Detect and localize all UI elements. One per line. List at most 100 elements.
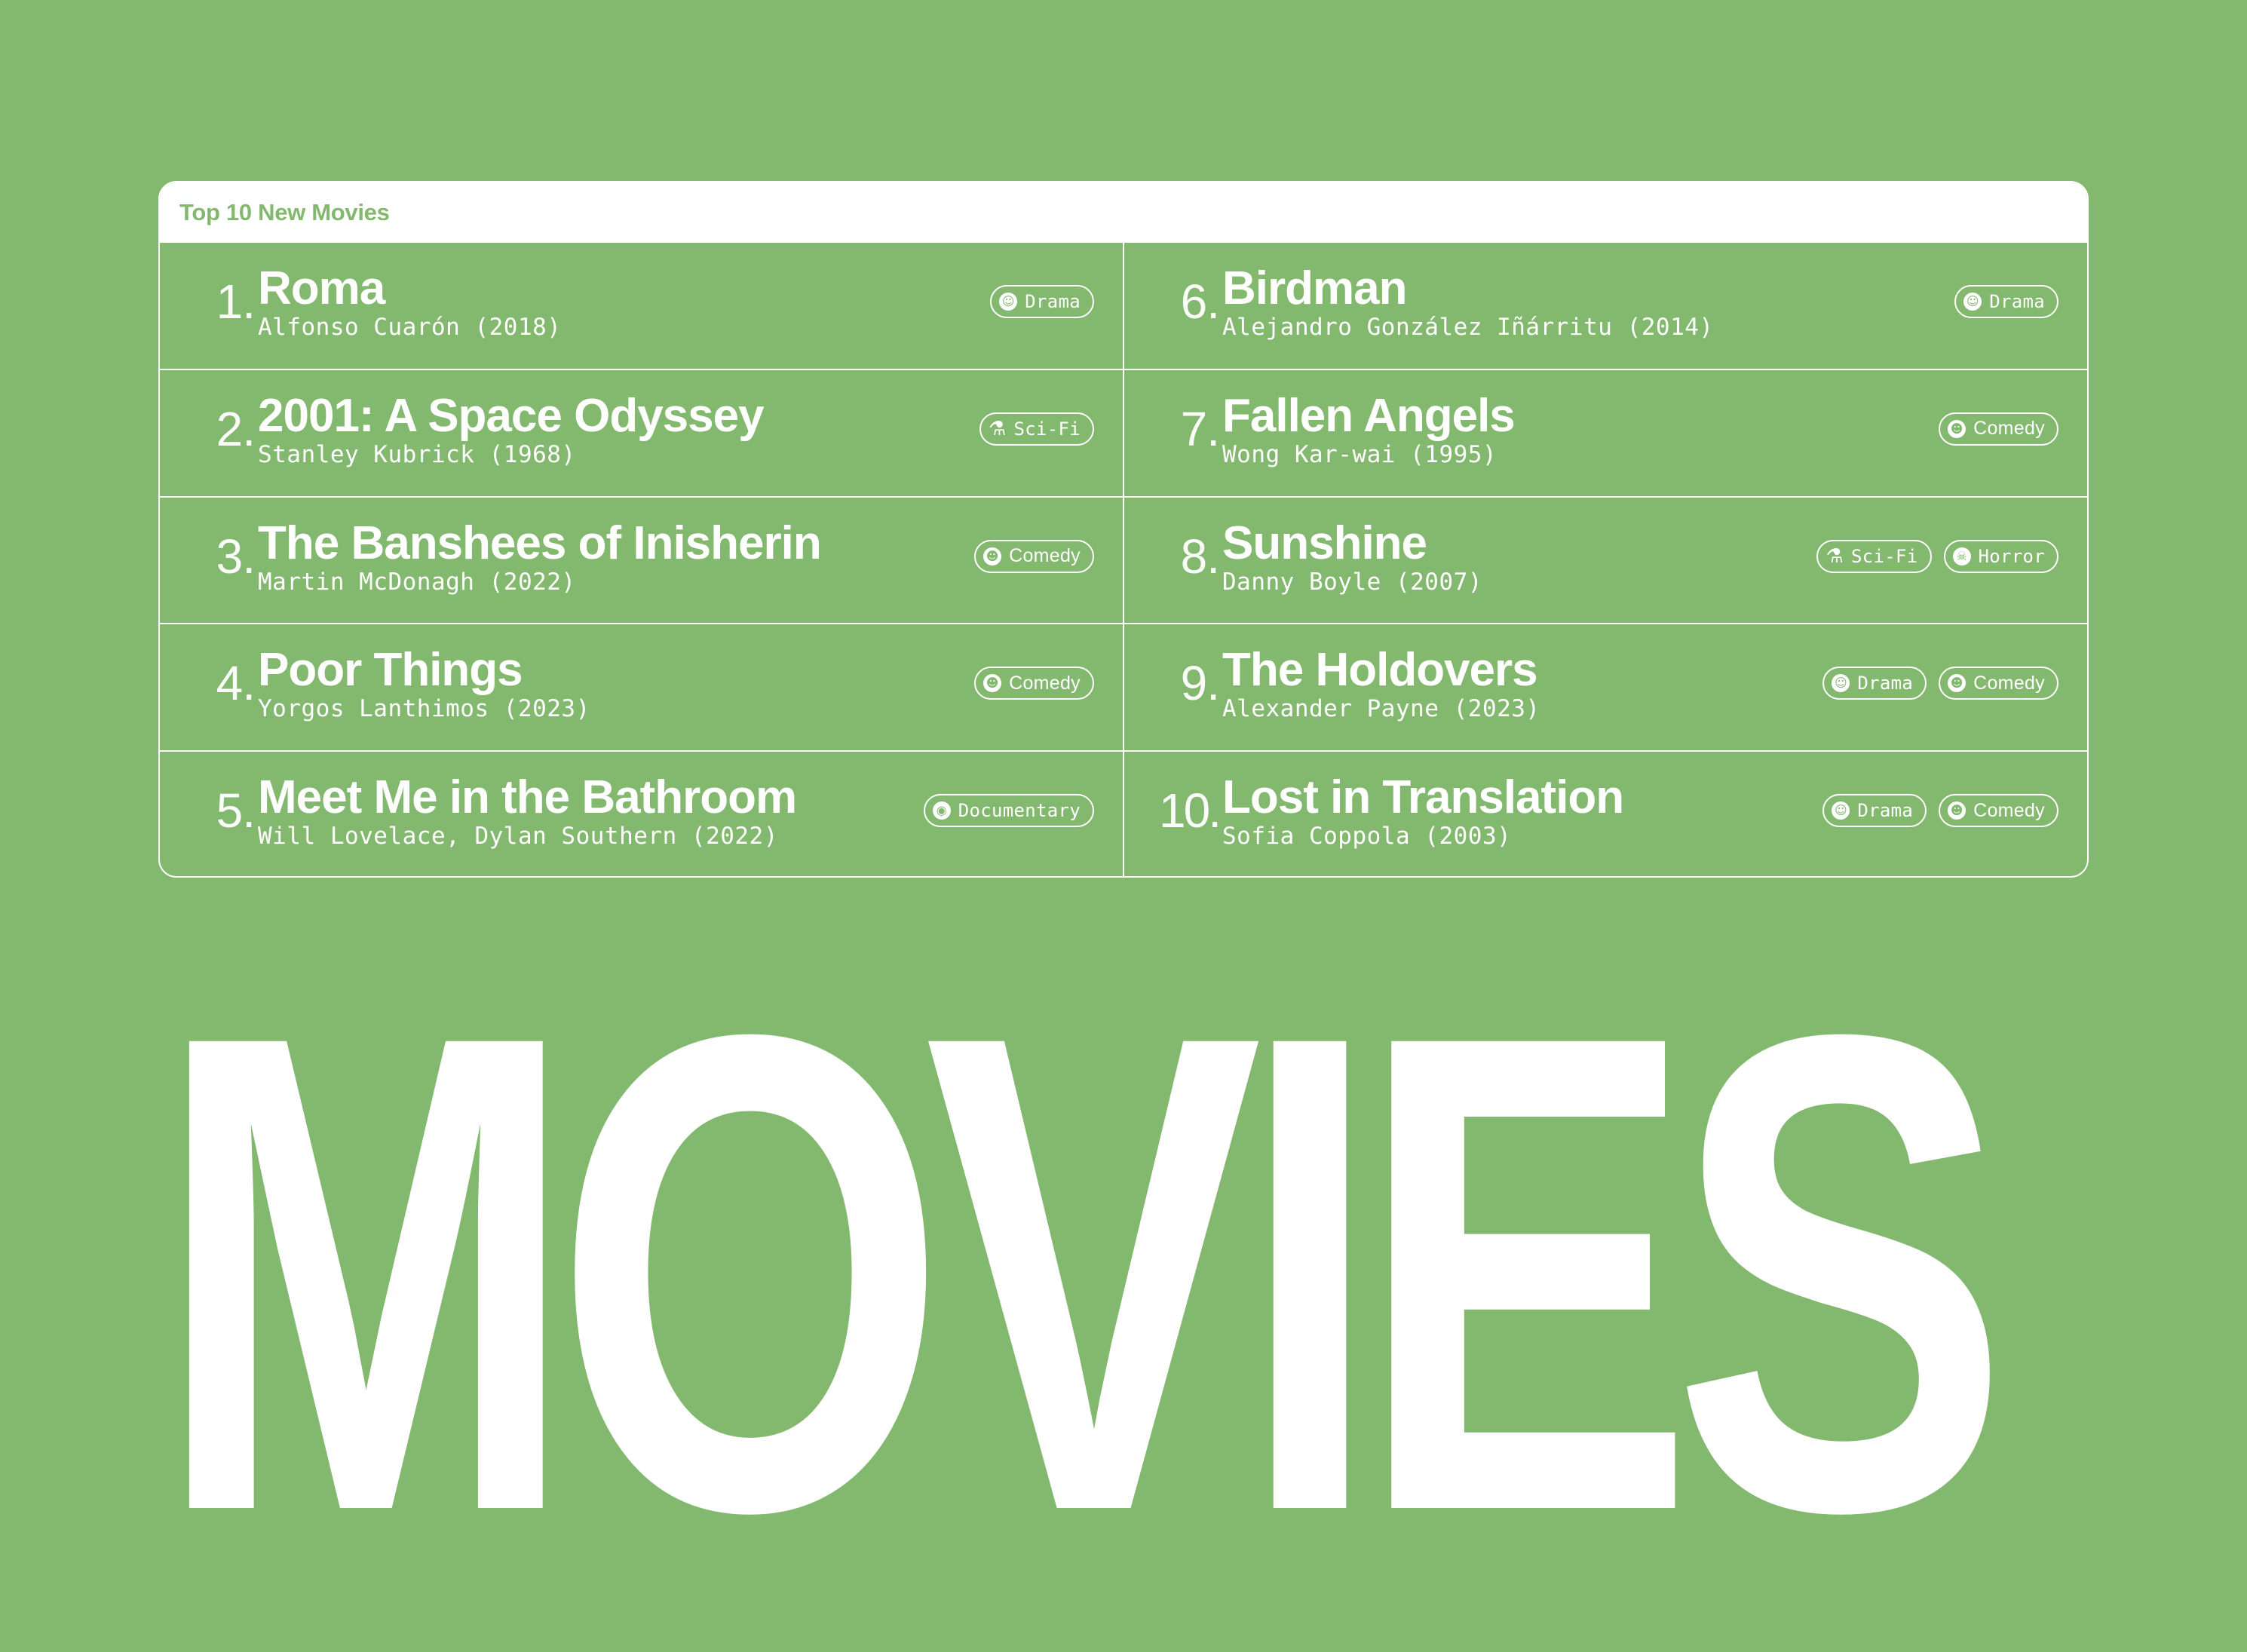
- movie-row[interactable]: 8. Sunshine Danny Boyle (2007) ⚗ Sci-Fi …: [1124, 495, 2087, 624]
- genre-tags: ☺ Drama: [990, 285, 1094, 318]
- genre-label: Comedy: [1009, 672, 1081, 694]
- genre-label: Drama: [1025, 291, 1081, 312]
- movie-title: Poor Things: [258, 644, 523, 697]
- movie-rank: 3.: [216, 529, 256, 584]
- movie-row[interactable]: 7. Fallen Angels Wong Kar-wai (1995) ☻ C…: [1124, 368, 2087, 496]
- movie-info: Meet Me in the Bathroom Will Lovelace, D…: [258, 771, 797, 851]
- genre-tag-comedy[interactable]: ☻ Comedy: [974, 667, 1094, 700]
- genre-tags: ☺ Drama: [1954, 285, 2058, 318]
- genre-tag-drama[interactable]: ☺ Drama: [1822, 794, 1927, 828]
- genre-tag-horror[interactable]: ☠ Horror: [1943, 539, 2058, 573]
- drama-icon: ☺: [1832, 801, 1850, 820]
- movie-info: Poor Things Yorgos Lanthimos (2023): [258, 644, 590, 723]
- movie-title: Roma: [258, 262, 385, 314]
- genre-tag-documentary[interactable]: ◉ Documentary: [923, 794, 1094, 828]
- genre-tag-comedy[interactable]: ☻ Comedy: [1939, 412, 2058, 446]
- smile-icon: ☻: [1948, 801, 1967, 820]
- movie-director-year: Stanley Kubrick (1968): [258, 440, 576, 468]
- genre-label: Documentary: [958, 800, 1081, 822]
- genre-label: Sci-Fi: [1851, 545, 1918, 567]
- movie-grid: 1. Roma Alfonso Cuarón (2018) ☺ Drama 2.…: [160, 243, 2087, 876]
- movie-info: Fallen Angels Wong Kar-wai (1995): [1222, 389, 1516, 468]
- movie-info: The Banshees of Inisherin Martin McDonag…: [258, 516, 822, 596]
- movie-row[interactable]: 9. The Holdovers Alexander Payne (2023) …: [1124, 623, 2087, 750]
- flask-icon: ⚗: [988, 417, 1007, 440]
- genre-label: Comedy: [1973, 799, 2045, 821]
- drama-icon: ☺: [999, 293, 1018, 311]
- genre-label: Drama: [1857, 800, 1914, 822]
- movie-title: Meet Me in the Bathroom: [258, 771, 797, 824]
- smile-icon: ☻: [1948, 674, 1967, 693]
- movie-row[interactable]: 5. Meet Me in the Bathroom Will Lovelace…: [160, 750, 1123, 876]
- movie-rank: 1.: [216, 274, 256, 329]
- genre-tag-comedy[interactable]: ☻ Comedy: [1939, 794, 2058, 828]
- genre-tag-drama[interactable]: ☺ Drama: [1822, 667, 1927, 700]
- movie-info: 2001: A Space Odyssey Stanley Kubrick (1…: [258, 391, 765, 468]
- genre-tag-drama[interactable]: ☺ Drama: [990, 285, 1094, 318]
- genre-label: Comedy: [1973, 672, 2045, 694]
- movie-info: Sunshine Danny Boyle (2007): [1222, 516, 1482, 596]
- movie-director-year: Alejandro González Iñárritu (2014): [1222, 314, 1714, 341]
- genre-label: Drama: [1989, 291, 2045, 312]
- movie-row[interactable]: 6. Birdman Alejandro González Iñárritu (…: [1124, 243, 2087, 369]
- genre-tag-sci-fi[interactable]: ⚗ Sci-Fi: [979, 412, 1094, 446]
- movie-row[interactable]: 10. Lost in Translation Sofia Coppola (2…: [1124, 750, 2087, 876]
- genre-label: Comedy: [1009, 545, 1081, 567]
- movie-column-right: 6. Birdman Alejandro González Iñárritu (…: [1123, 243, 2087, 876]
- genre-tags: ☺ Drama ☻ Comedy: [1822, 794, 2058, 828]
- flask-icon: ⚗: [1825, 544, 1844, 568]
- hero-title: MOVIES: [155, 893, 2009, 1652]
- movie-director-year: Danny Boyle (2007): [1222, 568, 1482, 596]
- genre-label: Comedy: [1973, 418, 2045, 440]
- genre-tags: ⚗ Sci-Fi: [979, 412, 1094, 446]
- movie-director-year: Wong Kar-wai (1995): [1222, 440, 1497, 468]
- movie-row[interactable]: 4. Poor Things Yorgos Lanthimos (2023) ☻…: [160, 623, 1123, 750]
- movie-director-year: Yorgos Lanthimos (2023): [258, 695, 590, 723]
- movie-director-year: Sofia Coppola (2003): [1222, 823, 1512, 851]
- genre-tags: ☺ Drama ☻ Comedy: [1822, 667, 2058, 700]
- movie-info: The Holdovers Alexander Payne (2023): [1222, 644, 1540, 723]
- genre-tags: ☻ Comedy: [974, 667, 1094, 700]
- smile-icon: ☻: [1948, 419, 1967, 438]
- movie-rank: 7.: [1180, 401, 1220, 456]
- genre-tag-sci-fi[interactable]: ⚗ Sci-Fi: [1816, 539, 1932, 573]
- movie-info: Lost in Translation Sofia Coppola (2003): [1222, 773, 1624, 851]
- movie-info: Birdman Alejandro González Iñárritu (201…: [1222, 262, 1714, 342]
- genre-tag-comedy[interactable]: ☻ Comedy: [1939, 667, 2058, 700]
- movie-title: Fallen Angels: [1222, 389, 1516, 442]
- movie-director-year: Martin McDonagh (2022): [258, 568, 576, 596]
- movie-rank: 2.: [216, 401, 256, 456]
- movie-title: The Holdovers: [1222, 644, 1538, 697]
- movie-rank: 10.: [1159, 783, 1222, 838]
- globe-icon: ◉: [932, 801, 951, 820]
- movie-column-left: 1. Roma Alfonso Cuarón (2018) ☺ Drama 2.…: [160, 243, 1123, 876]
- movie-rank: 9.: [1180, 656, 1220, 711]
- movie-director-year: Will Lovelace, Dylan Southern (2022): [258, 823, 778, 851]
- genre-label: Sci-Fi: [1013, 418, 1081, 440]
- movie-row[interactable]: 3. The Banshees of Inisherin Martin McDo…: [160, 495, 1123, 624]
- drama-icon: ☺: [1963, 293, 1982, 311]
- genre-tag-drama[interactable]: ☺ Drama: [1954, 285, 2058, 318]
- movie-row[interactable]: 1. Roma Alfonso Cuarón (2018) ☺ Drama: [160, 243, 1123, 369]
- card-header: Top 10 New Movies: [160, 182, 2087, 243]
- smile-icon: ☻: [983, 547, 1002, 565]
- movie-rank: 8.: [1180, 529, 1220, 584]
- movie-title: Sunshine: [1222, 516, 1427, 569]
- genre-tags: ☻ Comedy: [1939, 412, 2058, 446]
- skull-icon: ☠: [1952, 547, 1971, 565]
- top-movies-card: Top 10 New Movies 1. Roma Alfonso Cuarón…: [158, 181, 2089, 878]
- movie-row[interactable]: 2. 2001: A Space Odyssey Stanley Kubrick…: [160, 368, 1123, 496]
- drama-icon: ☺: [1832, 674, 1850, 693]
- movie-info: Roma Alfonso Cuarón (2018): [258, 262, 562, 342]
- movie-director-year: Alfonso Cuarón (2018): [258, 314, 562, 341]
- movie-title: The Banshees of Inisherin: [258, 516, 822, 569]
- genre-tag-comedy[interactable]: ☻ Comedy: [974, 539, 1094, 573]
- smile-icon: ☻: [983, 674, 1002, 693]
- genre-tags: ⚗ Sci-Fi ☠ Horror: [1816, 539, 2058, 573]
- movie-title: Birdman: [1222, 262, 1407, 314]
- movie-rank: 4.: [216, 656, 256, 711]
- movie-director-year: Alexander Payne (2023): [1222, 695, 1540, 723]
- genre-label: Horror: [1978, 545, 2045, 567]
- card-title: Top 10 New Movies: [179, 199, 390, 225]
- genre-tags: ◉ Documentary: [923, 794, 1094, 828]
